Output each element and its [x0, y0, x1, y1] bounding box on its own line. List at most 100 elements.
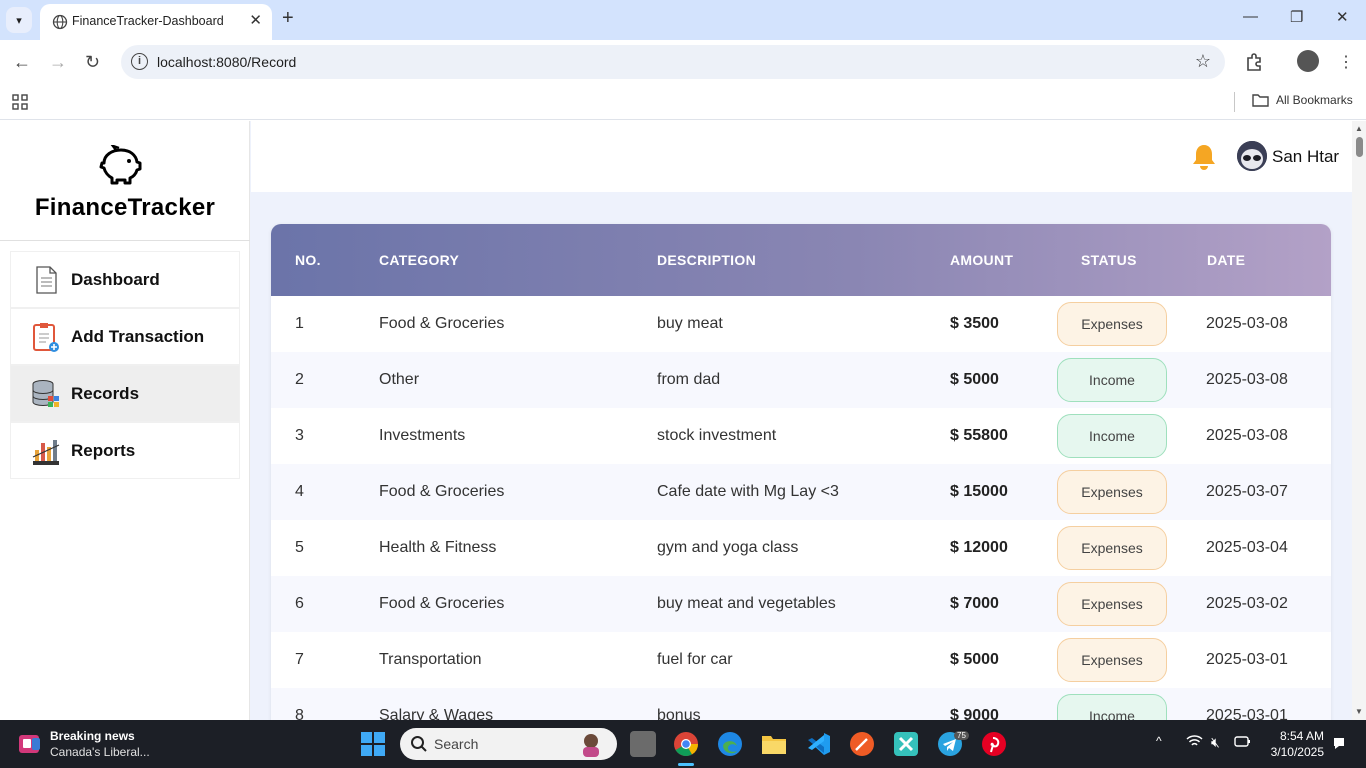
table-row[interactable]: 7 Transportation fuel for car $ 5000 2025-03…: [271, 632, 1331, 688]
back-icon[interactable]: ←: [13, 52, 31, 73]
file-explorer-icon[interactable]: [761, 731, 787, 757]
cell-date: 2025-03-08: [1206, 371, 1288, 388]
sidebar: FinanceTracker Dashboard Add Transaction…: [0, 121, 250, 720]
column-header-category: CATEGORY: [379, 252, 460, 268]
bell-icon[interactable]: [1191, 143, 1217, 171]
brand-title: FinanceTracker: [34, 194, 216, 221]
table-row[interactable]: 3 Investments stock investment $ 55800 2025-…: [271, 408, 1331, 464]
volume-muted-icon[interactable]: 🔇︎: [1211, 734, 1220, 751]
app-root: FinanceTracker Dashboard Add Transaction…: [0, 121, 1366, 720]
pinterest-icon[interactable]: [981, 731, 1007, 757]
tray-chevron-icon[interactable]: ^: [1156, 734, 1162, 748]
cell-category: Salary & Wages: [379, 707, 494, 720]
clock-time[interactable]: 8:54 AM: [1278, 729, 1324, 743]
edge-icon[interactable]: [717, 731, 743, 757]
cell-amount: $ 15000: [950, 483, 1008, 500]
task-view-icon[interactable]: [630, 731, 656, 757]
new-tab-icon[interactable]: +: [282, 7, 294, 30]
table-body: 1 Food & Groceries buy meat $ 3500 2025-03-0…: [271, 296, 1331, 720]
close-tab-icon[interactable]: ✕: [249, 11, 262, 29]
status-badge: Expenses: [1057, 582, 1167, 626]
clock-date[interactable]: 3/10/2025: [1262, 745, 1324, 759]
cell-amount: $ 7000: [950, 595, 999, 612]
reload-icon[interactable]: ↻: [85, 52, 100, 73]
minimize-icon[interactable]: —: [1243, 8, 1258, 25]
active-app-indicator: [678, 763, 694, 766]
all-bookmarks-button[interactable]: All Bookmarks: [1252, 93, 1353, 107]
scroll-down-icon[interactable]: ▼: [1355, 707, 1363, 716]
tab-search-dropdown-icon[interactable]: ▾: [6, 7, 32, 33]
table-row[interactable]: 8 Salary & Wages bonus $ 9000 2025-03-01 Inco…: [271, 688, 1331, 720]
profile-avatar-icon[interactable]: [1297, 50, 1319, 72]
table-row[interactable]: 5 Health & Fitness gym and yoga class $ 120…: [271, 520, 1331, 576]
cell-category: Food & Groceries: [379, 483, 505, 500]
cell-date: 2025-03-01: [1206, 707, 1288, 720]
folder-icon: [1252, 94, 1269, 107]
bookmarks-bar: All Bookmarks: [0, 86, 1366, 120]
address-bar[interactable]: i localhost:8080/Record ☆: [121, 45, 1225, 79]
cell-date: 2025-03-08: [1206, 315, 1288, 332]
status-badge: Income: [1057, 414, 1167, 458]
username[interactable]: San Htar: [1272, 147, 1339, 167]
apps-grid-icon[interactable]: [12, 94, 28, 110]
table-row[interactable]: 2 Other from dad $ 5000 2025-03-08 Income: [271, 352, 1331, 408]
windows-start-icon[interactable]: [361, 732, 385, 756]
cell-description: stock investment: [657, 427, 777, 444]
notification-icon[interactable]: [1331, 735, 1347, 751]
scrollbar-thumb[interactable]: [1356, 137, 1363, 157]
cell-date: 2025-03-04: [1206, 539, 1288, 556]
cell-amount: $ 55800: [950, 427, 1008, 444]
xampp-icon[interactable]: [893, 731, 919, 757]
column-header-date: DATE: [1207, 252, 1246, 268]
site-info-icon[interactable]: i: [131, 53, 148, 70]
bookmark-star-icon[interactable]: ☆: [1195, 51, 1211, 72]
news-widget-icon[interactable]: [18, 732, 42, 756]
status-badge: Expenses: [1057, 638, 1167, 682]
clipboard-add-icon: [33, 323, 59, 352]
table-row[interactable]: 1 Food & Groceries buy meat $ 3500 2025-03-0…: [271, 296, 1331, 352]
sidebar-item-reports[interactable]: Reports: [10, 422, 240, 479]
sidebar-item-records[interactable]: Records: [10, 365, 240, 422]
avatar[interactable]: [1237, 141, 1267, 171]
tab-title: FinanceTracker-Dashboard: [72, 14, 224, 28]
document-icon: [36, 266, 57, 294]
sidebar-item-dashboard[interactable]: Dashboard: [10, 251, 240, 308]
table-row[interactable]: 6 Food & Groceries buy meat and vegetables…: [271, 576, 1331, 632]
records-table: NO. CATEGORY DESCRIPTION AMOUNT STATUS D…: [271, 224, 1331, 720]
sidebar-divider: [0, 240, 250, 241]
scroll-up-icon[interactable]: ▲: [1355, 124, 1363, 133]
news-title[interactable]: Breaking news: [50, 729, 135, 743]
search-icon: [411, 736, 427, 752]
table-header: NO. CATEGORY DESCRIPTION AMOUNT STATUS D…: [271, 224, 1331, 296]
cell-amount: $ 9000: [950, 707, 999, 720]
restore-icon[interactable]: ❐: [1290, 8, 1303, 26]
cell-category: Health & Fitness: [379, 539, 497, 556]
cell-amount: $ 5000: [950, 371, 999, 388]
browser-tab-bar: ▾ FinanceTracker-Dashboard ✕ + — ❐ ✕: [0, 0, 1366, 40]
forward-icon[interactable]: →: [49, 52, 67, 73]
cell-amount: $ 5000: [950, 651, 999, 668]
extensions-icon[interactable]: [1244, 52, 1264, 72]
vscode-icon[interactable]: [805, 731, 831, 757]
page-scrollbar[interactable]: ▲ ▼: [1352, 121, 1366, 720]
sidebar-item-add-transaction[interactable]: Add Transaction: [10, 308, 240, 365]
search-highlight-icon: [583, 734, 599, 757]
cell-description: buy meat: [657, 315, 723, 332]
close-window-icon[interactable]: ✕: [1336, 8, 1349, 26]
news-subtitle[interactable]: Canada's Liberal...: [50, 745, 150, 759]
menu-dots-icon[interactable]: ⋮: [1338, 52, 1354, 72]
table-row[interactable]: 4 Food & Groceries Cafe date with Mg Lay <…: [271, 464, 1331, 520]
cell-no: 1: [295, 315, 304, 332]
url-text[interactable]: localhost:8080/Record: [157, 54, 296, 70]
telegram-badge: 75: [954, 731, 969, 740]
status-badge: Expenses: [1057, 526, 1167, 570]
wifi-icon[interactable]: [1186, 734, 1203, 748]
browser-tab[interactable]: FinanceTracker-Dashboard ✕: [40, 4, 272, 40]
taskbar-search[interactable]: Search: [400, 728, 617, 760]
chrome-icon[interactable]: [673, 731, 699, 757]
cell-no: 3: [295, 427, 304, 444]
cell-description: Cafe date with Mg Lay <3: [657, 483, 839, 500]
postman-icon[interactable]: [849, 731, 875, 757]
top-header: San Htar: [251, 121, 1352, 192]
battery-icon[interactable]: [1234, 734, 1251, 748]
